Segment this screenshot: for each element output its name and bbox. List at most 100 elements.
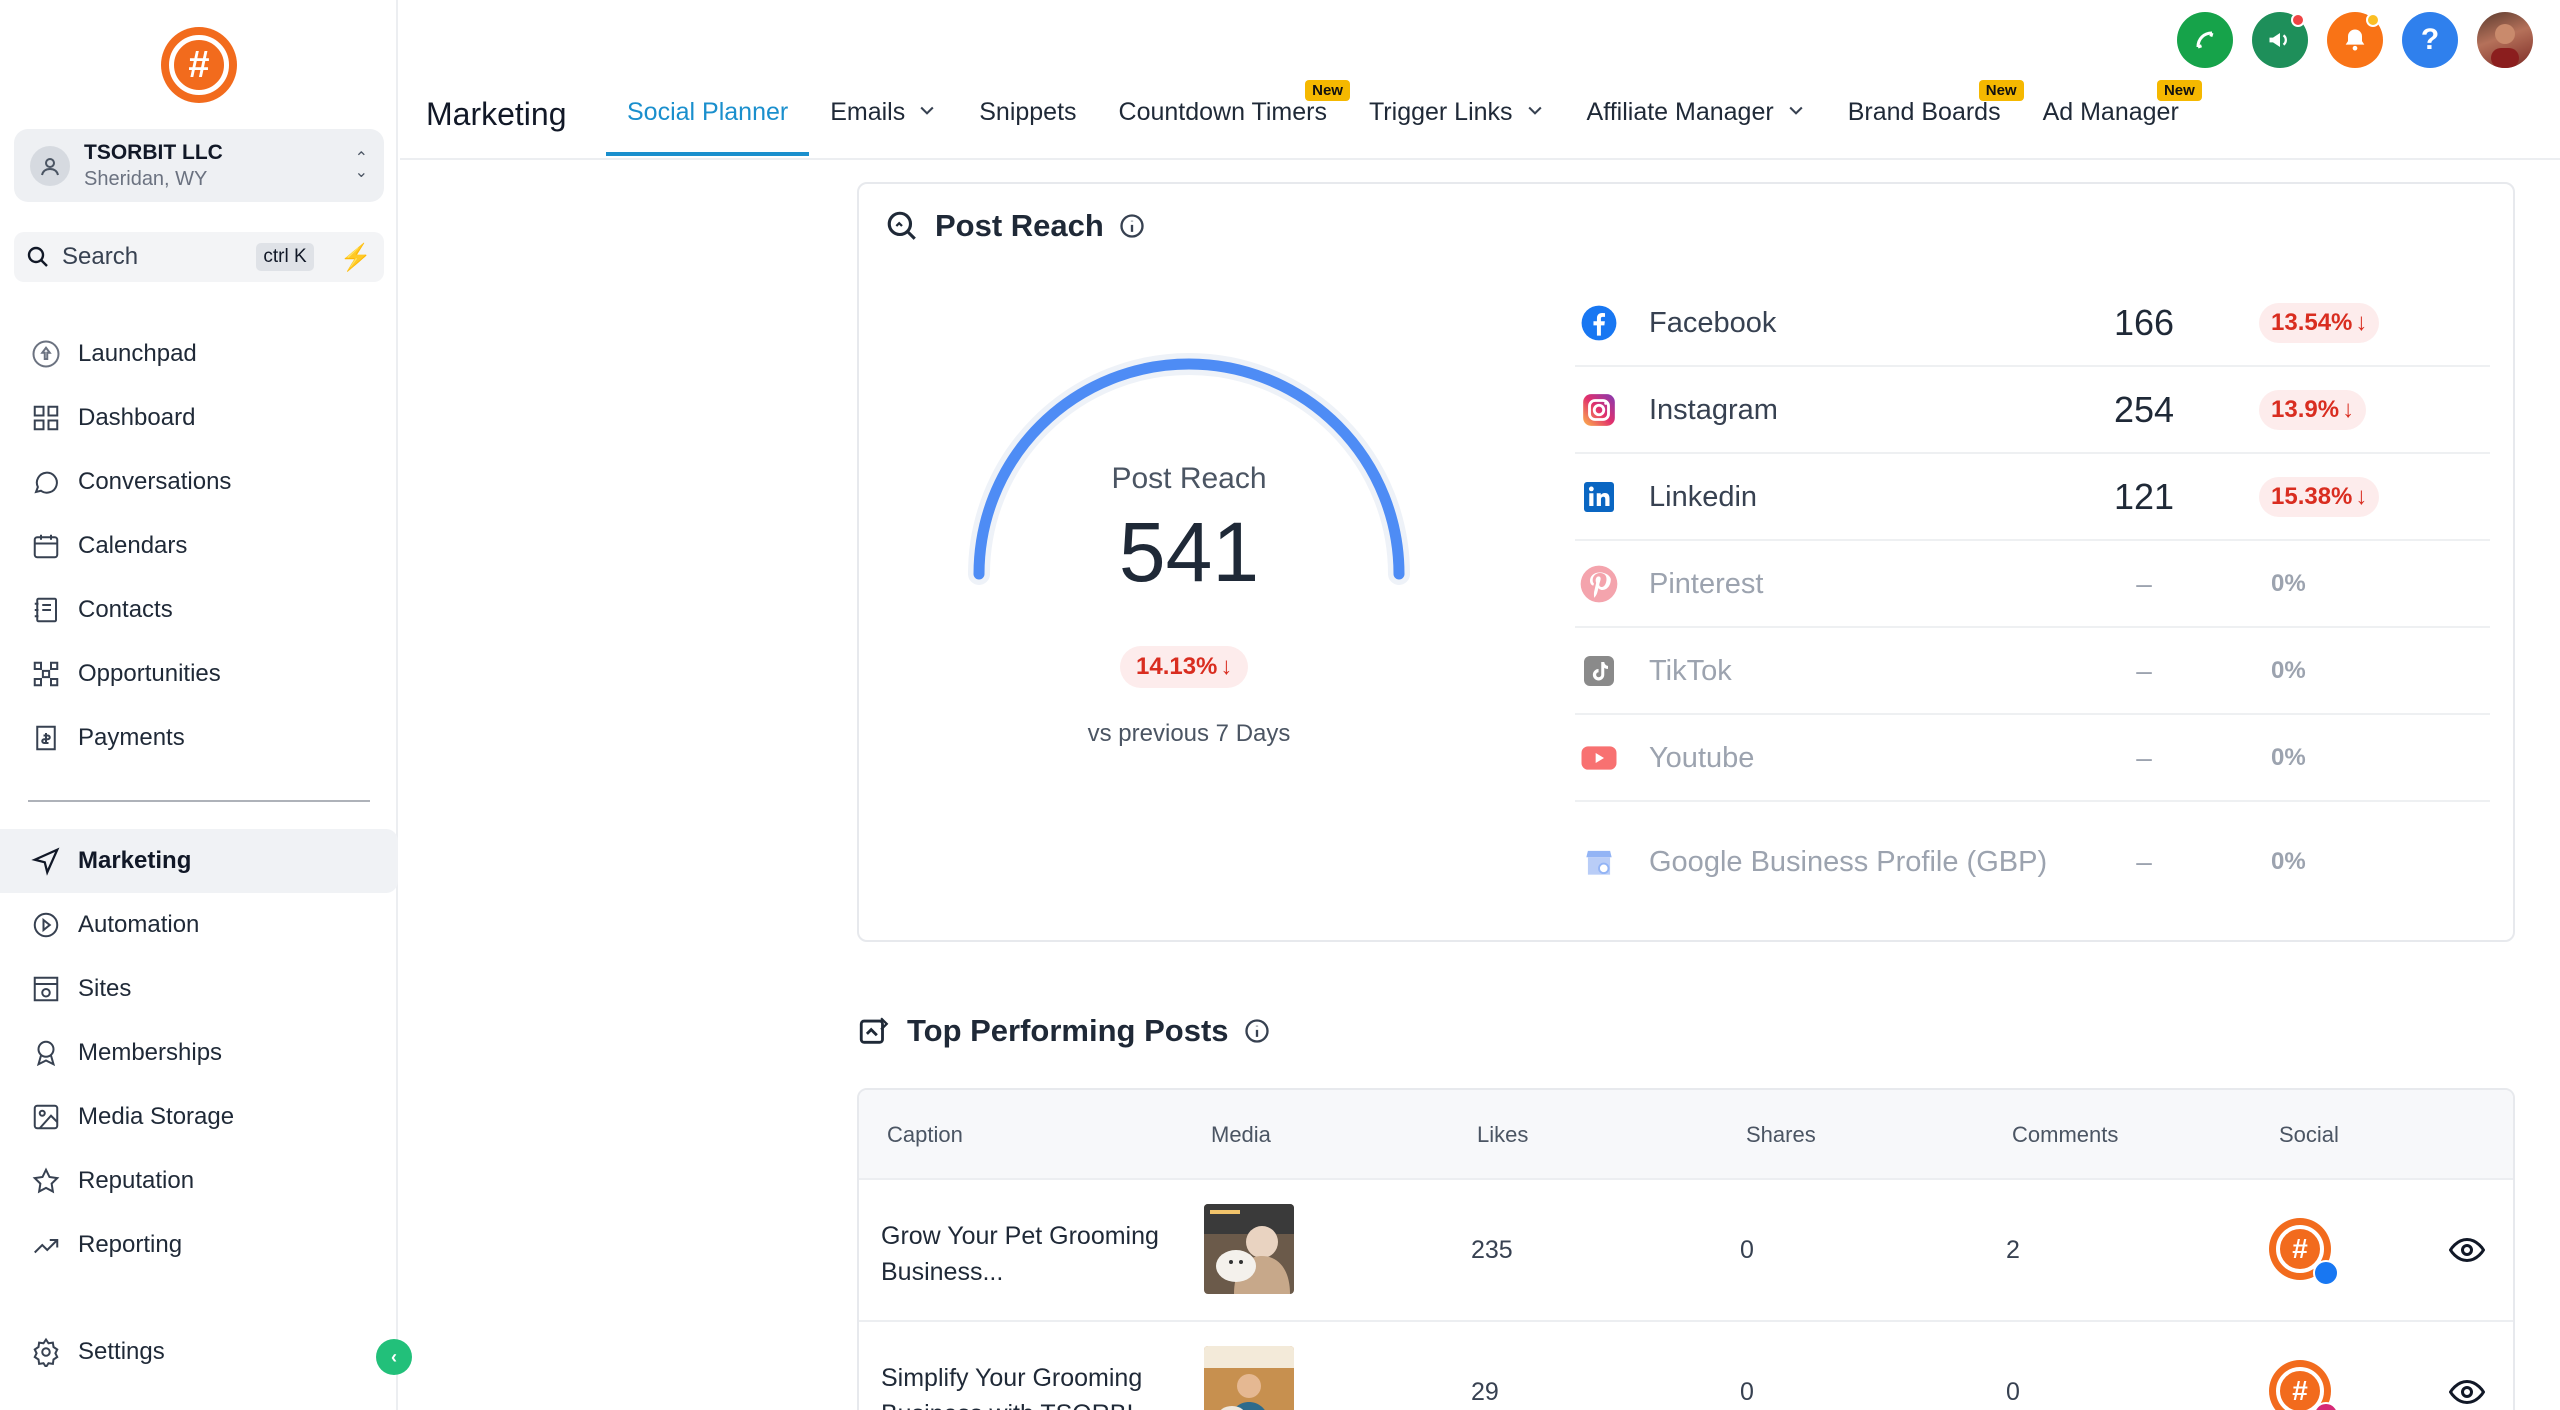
tab-social-planner[interactable]: Social Planner (606, 98, 810, 156)
sidebar-item-memberships[interactable]: Memberships (0, 1021, 398, 1085)
grid-icon (30, 402, 62, 434)
sidebar-nav-secondary: Marketing Automation Sites Memberships M… (0, 829, 398, 1277)
column-header[interactable]: Caption (887, 1122, 963, 1148)
platform-value: 121 (2113, 475, 2175, 517)
sidebar-item-launchpad[interactable]: Launchpad (0, 322, 398, 386)
sidebar-item-sites[interactable]: Sites (0, 957, 398, 1021)
account-avatar: # (2269, 1218, 2339, 1286)
column-header[interactable]: Shares (1746, 1122, 1816, 1148)
tab-label: Snippets (979, 98, 1077, 126)
linkedin-icon (1579, 477, 1619, 517)
platform-change-badge: 13.54% ↓ (2259, 302, 2380, 343)
collapse-sidebar-button[interactable]: ‹ (376, 1339, 412, 1375)
platform-row-linkedin: Linkedin 121 15.38% ↓ (1575, 454, 2490, 541)
column-header[interactable]: Social (2279, 1122, 2339, 1148)
tab-label: Brand Boards (1847, 98, 2001, 126)
notification-dot (2291, 13, 2305, 27)
tiktok-icon (1579, 651, 1619, 691)
change-value: 0% (2271, 848, 2306, 875)
bell-icon (2345, 29, 2365, 51)
platform-value: – (2136, 654, 2152, 686)
sidebar-item-payments[interactable]: Payments (0, 706, 398, 770)
award-icon (30, 1037, 62, 1069)
sidebar-item-settings[interactable]: Settings (0, 1320, 398, 1384)
tab-countdown-timers[interactable]: Countdown Timers New (1098, 80, 1350, 156)
tab-label: Ad Manager (2042, 98, 2179, 126)
sidebar-item-reputation[interactable]: Reputation (0, 1149, 398, 1213)
funnel-icon (30, 658, 62, 690)
sidebar-item-label: Memberships (78, 1039, 223, 1066)
announcements-button[interactable] (2252, 12, 2308, 68)
info-icon[interactable] (1243, 1017, 1271, 1045)
platform-value: – (2136, 846, 2152, 877)
tab-affiliate-manager[interactable]: Affiliate Manager (1566, 98, 1827, 156)
sidebar-item-opportunities[interactable]: Opportunities (0, 642, 398, 706)
platform-change-badge: 0% (2259, 738, 2318, 778)
quick-action-bolt-icon[interactable]: ⚡ (340, 242, 372, 273)
chevron-left-icon: ‹ (391, 1346, 397, 1367)
info-icon[interactable] (1118, 212, 1146, 240)
new-badge: New (2156, 80, 2202, 101)
column-header[interactable]: Comments (2012, 1122, 2118, 1148)
post-shares: 0 (1740, 1378, 1754, 1406)
gear-icon (30, 1336, 62, 1368)
marketing-tabs: Social Planner Emails Snippets Countdown… (606, 80, 2202, 156)
sidebar-nav-footer: Settings (0, 1320, 398, 1384)
sidebar-item-label: Conversations (78, 468, 232, 495)
post-reach-change-badge: 14.13% ↓ (1120, 646, 1249, 688)
top-posts-title: Top Performing Posts (907, 1013, 1229, 1048)
platform-change-badge: 0% (2259, 651, 2318, 691)
post-media-thumbnail[interactable] (1204, 1346, 1294, 1410)
notifications-button[interactable] (2327, 12, 2383, 68)
change-value: 0% (2271, 743, 2306, 771)
column-header[interactable]: Media (1211, 1122, 1271, 1148)
account-avatar: # (2269, 1360, 2339, 1410)
change-value: 0% (2271, 656, 2306, 684)
megaphone-icon (2269, 33, 2287, 47)
tab-emails[interactable]: Emails (809, 98, 958, 156)
tab-ad-manager[interactable]: Ad Manager New (2022, 80, 2202, 156)
tab-snippets[interactable]: Snippets (958, 98, 1097, 156)
sidebar-item-conversations[interactable]: Conversations (0, 450, 398, 514)
user-avatar[interactable] (2477, 12, 2533, 68)
image-icon (30, 1101, 62, 1133)
sidebar-item-dashboard[interactable]: Dashboard (0, 386, 398, 450)
tab-trigger-links[interactable]: Trigger Links (1348, 98, 1566, 156)
sidebar-item-media-storage[interactable]: Media Storage (0, 1085, 398, 1149)
help-button[interactable]: ? (2402, 12, 2458, 68)
brand-logo[interactable]: # (161, 27, 237, 103)
table-row[interactable]: Simplify Your Grooming Business with TSO… (859, 1322, 2513, 1410)
payments-icon (30, 722, 62, 754)
sidebar-item-calendars[interactable]: Calendars (0, 514, 398, 578)
sidebar-item-label: Launchpad (78, 340, 197, 367)
phone-icon (2196, 31, 2214, 49)
account-icon (30, 145, 70, 186)
column-header[interactable]: Likes (1477, 1122, 1528, 1148)
facebook-icon (1579, 303, 1619, 343)
contacts-icon (30, 594, 62, 626)
change-value: 0% (2271, 569, 2306, 597)
sidebar-item-reporting[interactable]: Reporting (0, 1213, 398, 1277)
gbp-icon (1579, 842, 1619, 882)
sidebar-item-contacts[interactable]: Contacts (0, 578, 398, 642)
account-location: Sheridan, WY (84, 167, 208, 190)
sidebar-item-automation[interactable]: Automation (0, 893, 398, 957)
platform-value: – (2136, 567, 2152, 599)
change-value: 13.54% (2271, 308, 2353, 336)
tab-brand-boards[interactable]: Brand Boards New (1827, 80, 2024, 156)
search-icon (27, 246, 48, 267)
eye-icon[interactable] (2448, 1378, 2486, 1410)
page-title: Marketing (426, 96, 567, 132)
arrow-down-icon: ↓ (1220, 653, 1233, 680)
sidebar-item-label: Contacts (78, 596, 173, 623)
post-media-thumbnail[interactable] (1204, 1204, 1294, 1294)
tab-label: Trigger Links (1368, 98, 1513, 126)
sidebar-item-marketing[interactable]: Marketing (0, 829, 398, 893)
sidebar-item-label: Dashboard (78, 404, 196, 431)
account-switcher[interactable]: TSORBIT LLC Sheridan, WY ⌃ ⌄ (14, 129, 384, 202)
platform-row-instagram: Instagram 254 13.9% ↓ (1575, 367, 2490, 454)
search-bar[interactable]: Search ctrl K ⚡ (14, 232, 384, 282)
table-row[interactable]: Grow Your Pet Grooming Business... 235 0… (859, 1180, 2513, 1322)
phone-button[interactable] (2177, 12, 2233, 68)
eye-icon[interactable] (2448, 1236, 2486, 1269)
